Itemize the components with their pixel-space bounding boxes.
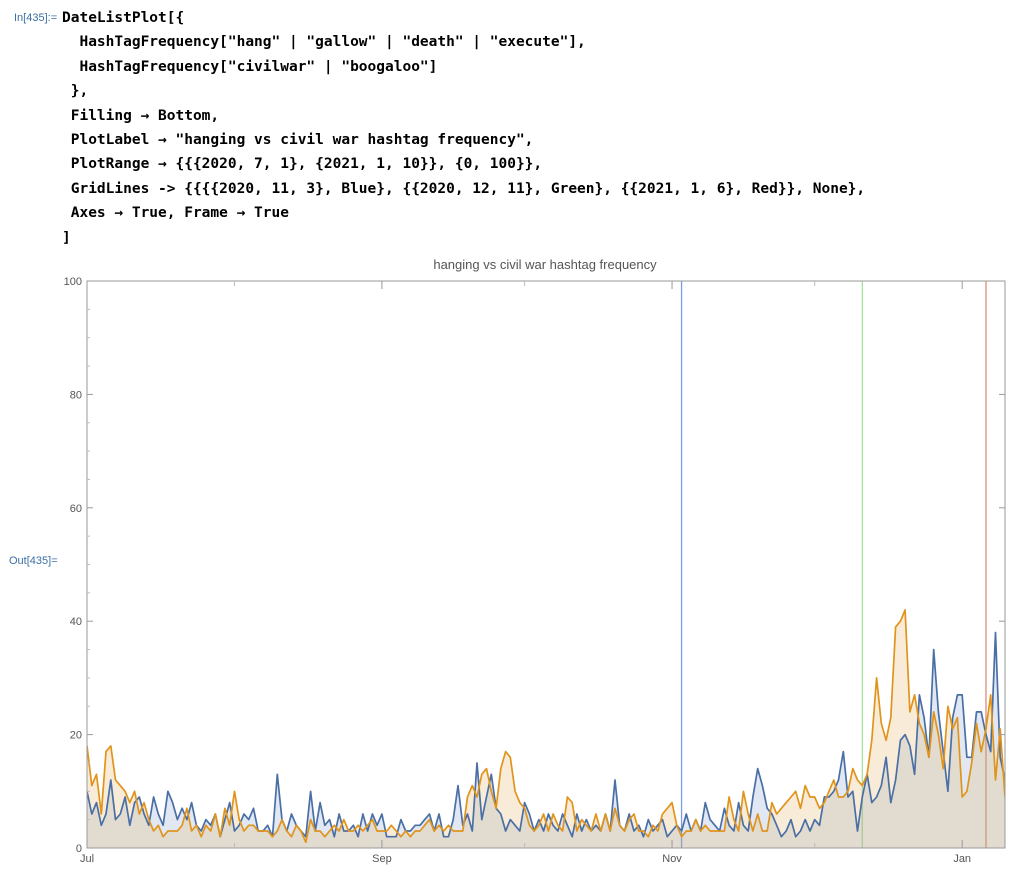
date-list-plot: hanging vs civil war hashtag frequency 0… — [0, 250, 1024, 878]
x-tick-label: Sep — [372, 853, 392, 865]
y-tick-label: 100 — [64, 276, 82, 288]
code-line: HashTagFrequency["hang" | "gallow" | "de… — [62, 34, 586, 51]
y-tick-label: 60 — [70, 503, 82, 515]
x-tick-label: Jul — [80, 853, 94, 865]
code-line: Axes → True, Frame → True — [62, 205, 289, 222]
input-cell-label: In[435]:= — [14, 12, 58, 24]
y-tick-label: 20 — [70, 730, 82, 742]
code-line: DateListPlot[{ — [62, 10, 185, 26]
axes-layer: 020406080100Jul Sep Nov Jan — [64, 276, 1006, 865]
code-line: ] — [62, 229, 71, 246]
y-tick-label: 80 — [70, 389, 82, 401]
code-line: }, — [62, 83, 89, 100]
code-line: HashTagFrequency["civilwar" | "boogaloo"… — [62, 58, 438, 75]
code-line: PlotLabel → "hanging vs civil war hashta… — [62, 131, 534, 148]
code-input-cell[interactable]: DateListPlot[{ HashTagFrequency["hang" |… — [62, 6, 865, 250]
series-layer — [87, 609, 1005, 848]
y-tick-label: 40 — [70, 616, 82, 628]
x-tick-label: Nov — [662, 853, 682, 865]
series-fill-area — [87, 609, 1005, 848]
code-line: Filling → Bottom, — [62, 107, 220, 124]
code-line: GridLines -> {{{{2020, 11, 3}, Blue}, {{… — [62, 180, 866, 197]
code-line: PlotRange → {{{2020, 7, 1}, {2021, 1, 10… — [62, 156, 543, 173]
plot-title: hanging vs civil war hashtag frequency — [433, 257, 657, 272]
x-tick-label: Jan — [953, 853, 971, 865]
plot-svg: hanging vs civil war hashtag frequency 0… — [64, 257, 1006, 865]
plot-frame — [86, 280, 1006, 849]
